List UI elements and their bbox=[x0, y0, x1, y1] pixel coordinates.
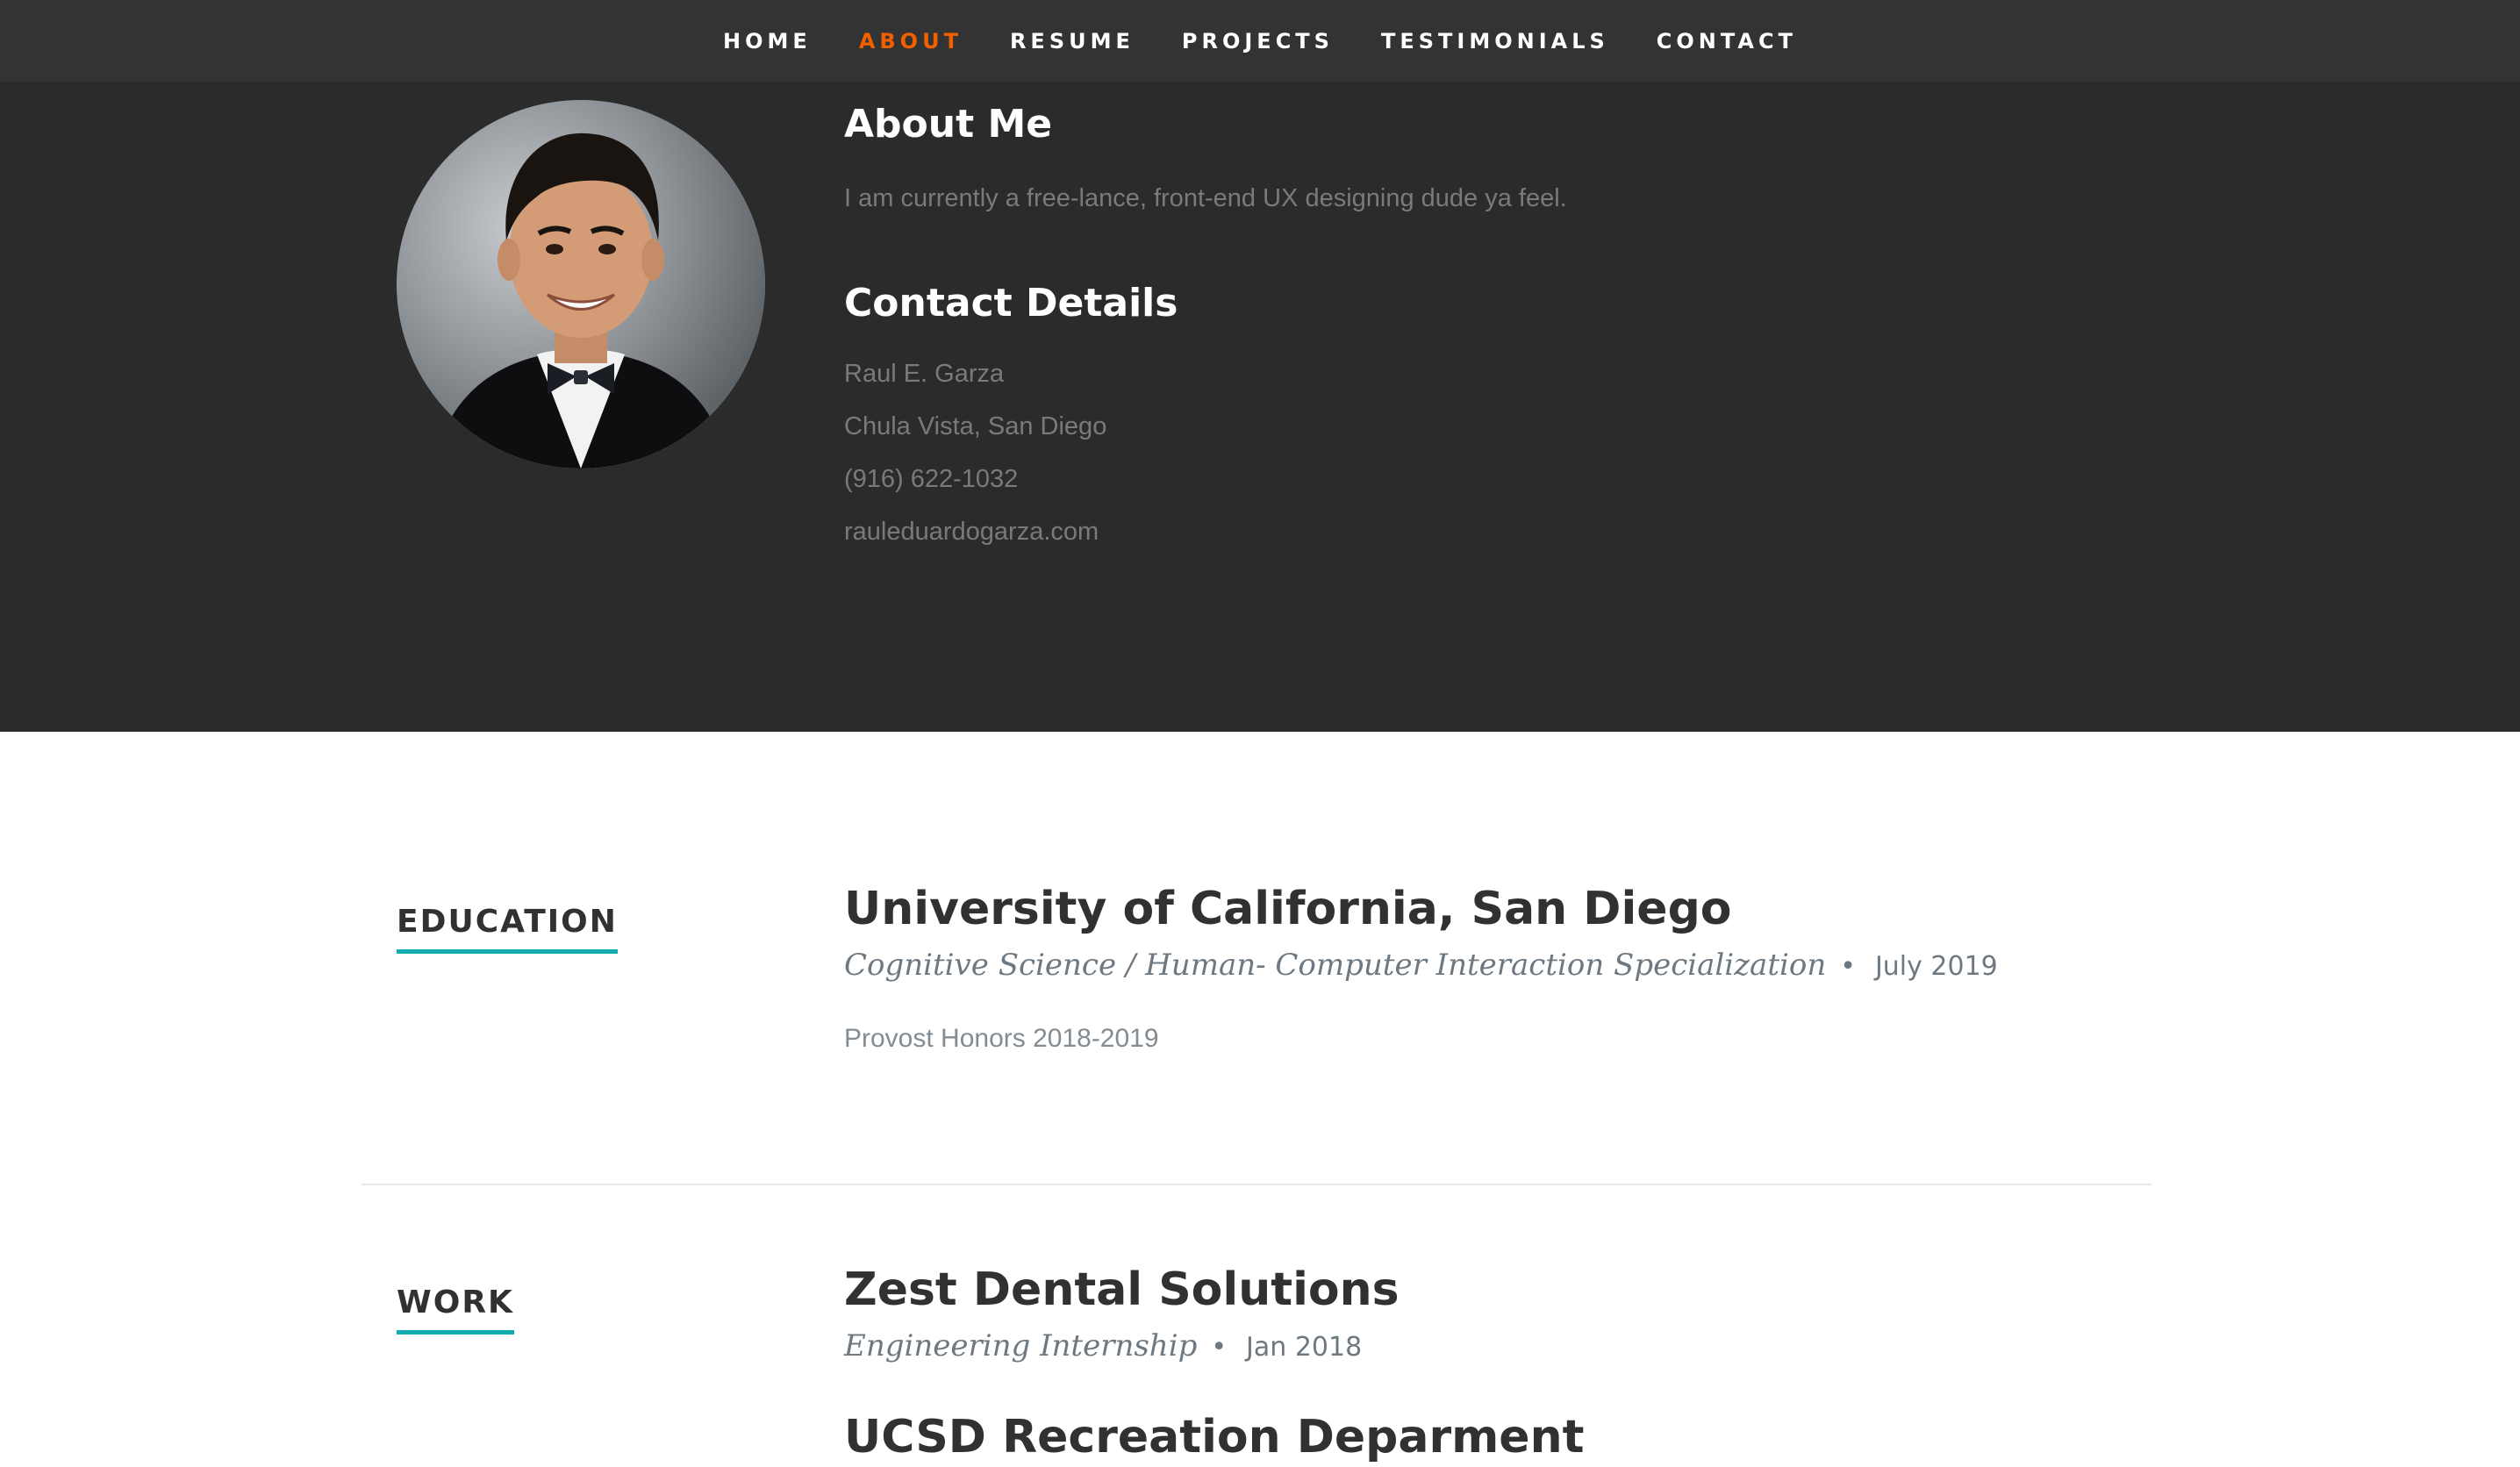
about-content: About Me I am currently a free-lance, fr… bbox=[844, 97, 2073, 558]
contact-details: Raul E. Garza Chula Vista, San Diego (91… bbox=[844, 347, 2073, 558]
nav-testimonials[interactable]: TESTIMONIALS bbox=[1381, 29, 1609, 54]
nav-contact[interactable]: CONTACT bbox=[1657, 29, 1797, 54]
about-heading: About Me bbox=[844, 102, 1053, 147]
work-entries: Zest Dental Solutions Engineering Intern… bbox=[844, 1258, 2143, 1467]
nav-about[interactable]: ABOUT bbox=[859, 29, 963, 54]
work-label: WORK bbox=[397, 1279, 514, 1335]
work-date: Jan 2018 bbox=[1246, 1332, 1363, 1363]
work-company: UCSD Recreation Deparment bbox=[844, 1411, 1585, 1463]
work-section: WORK Zest Dental Solutions Engineering I… bbox=[362, 1258, 2151, 1467]
page: About Me I am currently a free-lance, fr… bbox=[0, 0, 2520, 1467]
bullet-separator: • bbox=[1840, 951, 1856, 982]
education-section: EDUCATION University of California, San … bbox=[362, 877, 2151, 1141]
section-divider bbox=[362, 1184, 2151, 1185]
work-title: Engineering Internship bbox=[844, 1328, 1198, 1363]
about-bio: I am currently a free-lance, front-end U… bbox=[844, 184, 1567, 212]
education-school: University of California, San Diego bbox=[844, 883, 1732, 935]
main-nav: HOME ABOUT RESUME PROJECTS TESTIMONIALS … bbox=[0, 0, 2520, 82]
profile-photo bbox=[397, 100, 765, 469]
contact-name: Raul E. Garza bbox=[844, 360, 1005, 388]
education-degree: Cognitive Science / Human- Computer Inte… bbox=[844, 948, 1827, 983]
work-info: Engineering Internship • Jan 2018 bbox=[844, 1328, 2143, 1363]
contact-phone: (916) 622-1032 bbox=[844, 465, 1019, 493]
education-info: Cognitive Science / Human- Computer Inte… bbox=[844, 948, 2143, 983]
education-description: Provost Honors 2018-2019 bbox=[844, 1024, 1159, 1053]
contact-details-heading: Contact Details bbox=[844, 281, 1178, 326]
nav-resume[interactable]: RESUME bbox=[1010, 29, 1135, 54]
profile-photo-illustration bbox=[397, 100, 765, 469]
education-entries: University of California, San Diego Cogn… bbox=[844, 877, 2143, 1056]
about-section: About Me I am currently a free-lance, fr… bbox=[0, 0, 2520, 732]
nav-home[interactable]: HOME bbox=[723, 29, 812, 54]
nav-projects[interactable]: PROJECTS bbox=[1182, 29, 1334, 54]
contact-website: rauleduardogarza.com bbox=[844, 518, 1099, 546]
work-company: Zest Dental Solutions bbox=[844, 1263, 1400, 1316]
contact-location: Chula Vista, San Diego bbox=[844, 412, 1107, 440]
education-label: EDUCATION bbox=[397, 898, 618, 954]
bullet-separator: • bbox=[1211, 1332, 1228, 1363]
education-date: July 2019 bbox=[1874, 951, 1998, 982]
